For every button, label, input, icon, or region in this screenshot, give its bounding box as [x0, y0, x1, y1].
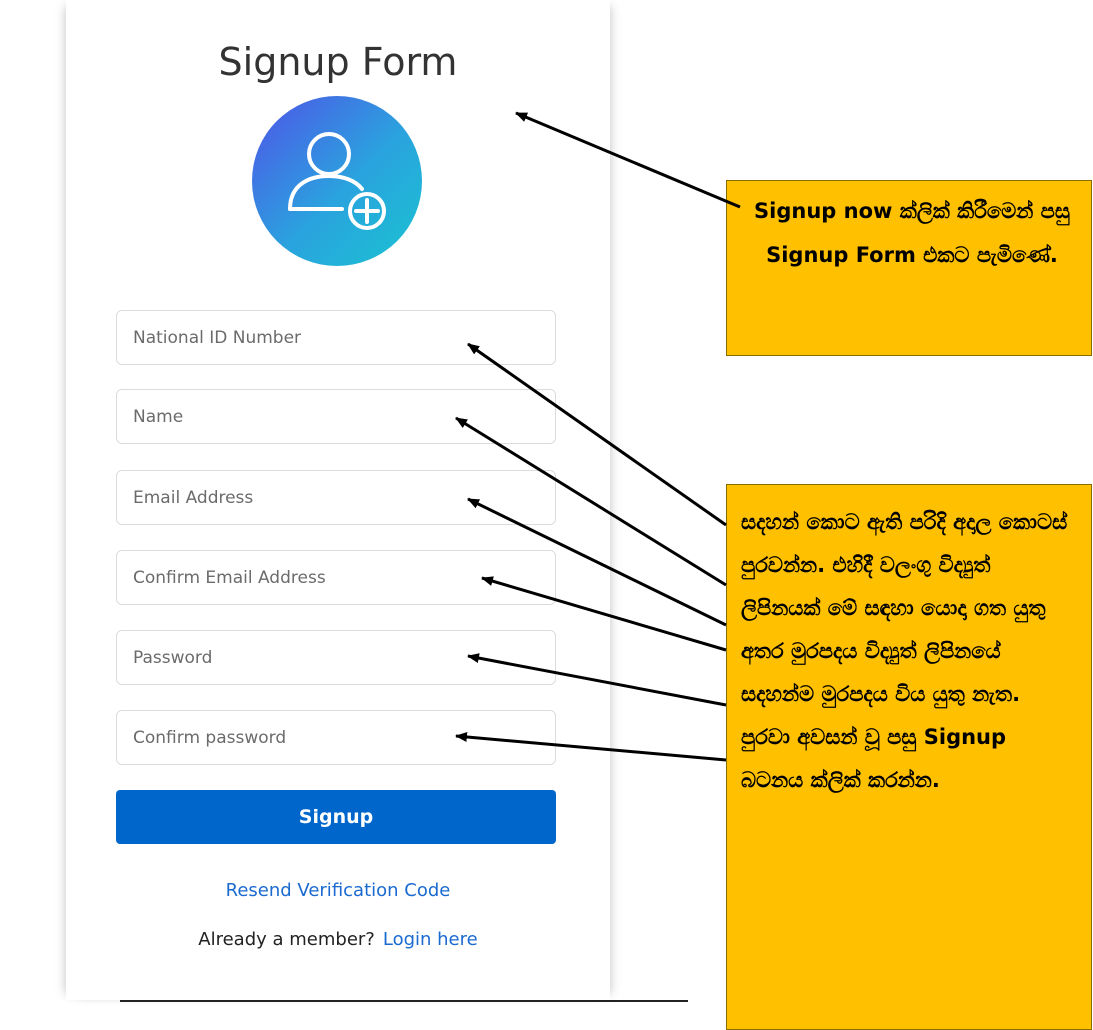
name-input[interactable]: Name [116, 389, 556, 444]
callout-fill-instructions: සදහන් කොට ඇති පරිදි අදාල කොටස් පුරවන්න. … [726, 484, 1092, 1030]
confirm-email-input[interactable]: Confirm Email Address [116, 550, 556, 605]
already-member-text: Already a member? [198, 929, 375, 950]
callout-signup-now: Signup now ක්ලික් කිරීමෙන් පසු Signup Fo… [726, 180, 1092, 356]
national-id-placeholder: National ID Number [133, 328, 302, 348]
confirm-email-placeholder: Confirm Email Address [133, 568, 326, 588]
page-title: Signup Form [218, 40, 458, 84]
confirm-password-placeholder: Confirm password [133, 728, 287, 748]
password-placeholder: Password [133, 648, 213, 668]
confirm-password-input[interactable]: Confirm password [116, 710, 556, 765]
password-input[interactable]: Password [116, 630, 556, 685]
signup-card: Signup Form National ID Number Name Emai… [66, 0, 610, 1000]
resend-verification-link[interactable]: Resend Verification Code [66, 880, 610, 901]
signup-button[interactable]: Signup [116, 790, 556, 844]
login-link[interactable]: Login here [383, 929, 478, 950]
name-placeholder: Name [133, 407, 184, 427]
add-user-icon [252, 96, 422, 266]
divider-line [120, 1000, 688, 1002]
national-id-input[interactable]: National ID Number [116, 310, 556, 365]
email-input[interactable]: Email Address [116, 470, 556, 525]
already-member-row: Already a member? Login here [66, 929, 610, 950]
email-placeholder: Email Address [133, 488, 254, 508]
